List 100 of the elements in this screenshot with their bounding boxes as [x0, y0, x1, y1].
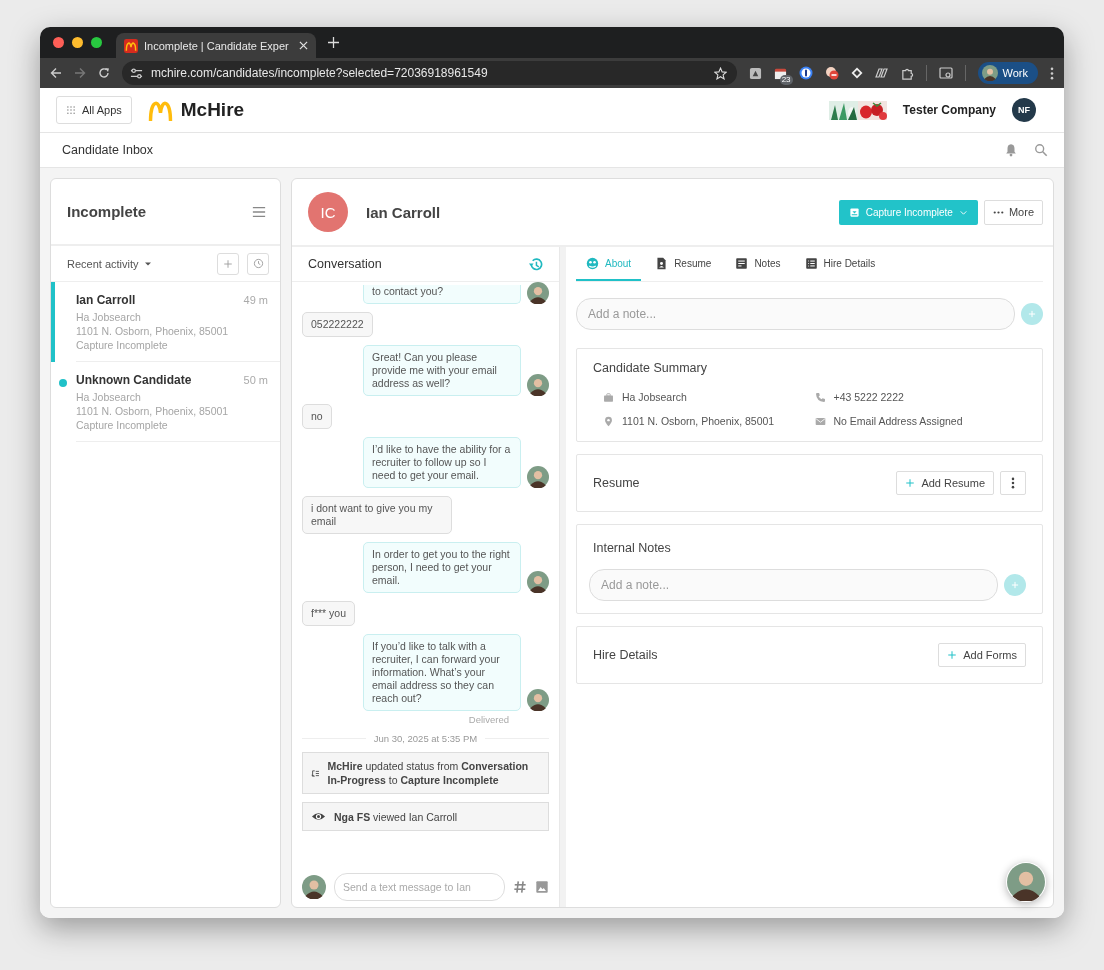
puzzle-icon[interactable] [900, 66, 914, 80]
back-arrow-icon[interactable] [50, 67, 62, 79]
message-bubble: I’d like to have the ability for a recruiter to follow up so I need to get your email. [363, 437, 521, 488]
add-resume-button[interactable]: Add Resume [896, 471, 994, 495]
favicon [124, 38, 138, 53]
message-bubble: If you’d like to talk with a recruiter, I can forward your information. What’s your email address so they can reach out? [363, 634, 521, 711]
close-icon[interactable] [299, 41, 308, 50]
tab-search-icon[interactable] [938, 66, 953, 80]
candidate-list-item[interactable]: Ian Carroll 49 m Ha Jobsearch 1101 N. Osborn, Phoenix, 85001 Capture Incomplete [51, 282, 280, 362]
add-forms-button[interactable]: Add Forms [938, 643, 1026, 667]
notes-icon [735, 256, 749, 270]
reload-icon[interactable] [98, 67, 110, 79]
phone-icon [814, 391, 826, 403]
avatar [1007, 863, 1045, 901]
plus-icon [947, 650, 958, 660]
card-title: Resume [593, 476, 640, 490]
bell-icon[interactable] [1004, 143, 1018, 157]
address-bar[interactable]: mchire.com/candidates/incomplete?selected=72036918961549 [122, 61, 737, 85]
site-settings-icon[interactable] [130, 66, 143, 80]
avatar [527, 374, 549, 396]
face-icon [586, 256, 599, 270]
section-title: Conversation [308, 257, 382, 271]
timestamp: 50 m [243, 374, 268, 386]
briefcase-icon [603, 391, 614, 403]
extension-icon[interactable] [824, 66, 839, 80]
window-minimize-button[interactable] [72, 37, 83, 48]
activity-text: McHire updated status from Conversation In-Progress to Capture Incomplete [327, 759, 530, 787]
diamond-icon[interactable] [850, 67, 863, 79]
tab[interactable]: Notes [725, 247, 791, 281]
menu-icon[interactable] [1050, 66, 1054, 80]
plus-icon [1010, 580, 1020, 590]
job-source: Ha Jobsearch [76, 310, 142, 324]
note-input[interactable]: Add a note... [589, 569, 998, 601]
menu-icon[interactable] [252, 204, 266, 219]
tab[interactable]: Hire Details [794, 247, 886, 281]
message-bubble: Great! Can you please provide me with your email address as well? [363, 345, 521, 396]
field-value: No Email Address Assigned [833, 415, 963, 427]
message-bubble: 052222222 [302, 312, 373, 337]
envelope-icon [814, 415, 826, 427]
candidate-name: Ian Carroll [76, 293, 136, 307]
star-icon[interactable] [713, 66, 727, 80]
profile-button[interactable]: Work [977, 62, 1038, 84]
window-close-button[interactable] [53, 37, 64, 48]
document-icon [655, 256, 669, 270]
avatar [527, 466, 549, 488]
status-label: Capture Incomplete [76, 418, 169, 432]
avatar [527, 689, 549, 711]
card-title: Internal Notes [593, 541, 672, 555]
page-title: Candidate Inbox [62, 143, 154, 157]
image-icon[interactable] [535, 880, 549, 894]
extension-icon[interactable] [874, 67, 889, 79]
delivery-status: Delivered [467, 714, 509, 725]
date-separator: Jun 30, 2025 at 5:35 PM [373, 733, 478, 744]
list-icon [804, 256, 818, 270]
avatar [302, 875, 326, 899]
badge-count: 23 [779, 74, 793, 85]
field-value: 1101 N. Osborn, Phoenix, 85001 [622, 415, 775, 427]
candidate-list-item[interactable]: Unknown Candidate 50 m Ha Jobsearch 1101 N. Osborn, Phoenix, 85001 Capture Incomplete [51, 362, 280, 442]
message-bubble: i dont want to give you my email [302, 496, 452, 534]
search-icon[interactable] [1034, 143, 1048, 157]
pin-icon [603, 415, 614, 427]
note-input[interactable]: Add a note... [576, 298, 1015, 330]
candidate-avatar: IC [308, 192, 348, 232]
sort-dropdown[interactable]: Recent activity [67, 257, 152, 270]
grid-icon [66, 105, 76, 115]
avatar [527, 571, 549, 593]
tab-title: Incomplete | Candidate Exper [144, 39, 290, 52]
extension-icon[interactable] [798, 66, 813, 80]
message-bubble: to contact you? [363, 285, 521, 304]
more-button[interactable]: More [983, 199, 1043, 225]
plus-icon [223, 258, 233, 269]
url-text: mchire.com/candidates/incomplete?selected=72036918961549 [151, 66, 489, 80]
company-name: Tester Company [902, 103, 996, 117]
timestamp: 49 m [243, 294, 268, 306]
brand-name: McHire [180, 99, 245, 121]
message-bubble: f*** you [302, 601, 356, 626]
arches-logo [147, 99, 173, 121]
hashtag-icon[interactable] [513, 880, 527, 894]
address: 1101 N. Osborn, Phoenix, 85001 [76, 324, 230, 338]
address: 1101 N. Osborn, Phoenix, 85001 [76, 404, 230, 418]
new-tab-icon[interactable] [328, 37, 339, 48]
window-zoom-button[interactable] [91, 37, 102, 48]
job-source: Ha Jobsearch [76, 390, 142, 404]
panel-title: Incomplete [67, 203, 147, 220]
status-label: Capture Incomplete [76, 338, 169, 352]
avatar [527, 282, 549, 304]
browser-tab[interactable]: Incomplete | Candidate Exper [116, 33, 316, 58]
message-input[interactable]: Send a text message to Ian [334, 873, 505, 901]
user-avatar[interactable]: NF [1012, 98, 1036, 122]
activity-text: Nga FS viewed Ian Carroll [334, 809, 458, 824]
plus-icon [905, 478, 916, 488]
message-bubble: In order to get you to the right person, I need to get your email. [363, 542, 521, 593]
tab[interactable]: Resume [645, 247, 722, 281]
plus-icon [1027, 309, 1037, 319]
extension-icon[interactable] [748, 66, 762, 80]
candidate-name: Ian Carroll [366, 203, 441, 221]
tray-icon [848, 206, 860, 218]
all-apps-button[interactable]: All Apps [56, 96, 132, 124]
card-title: Hire Details [593, 648, 658, 662]
message-bubble: no [302, 404, 332, 429]
